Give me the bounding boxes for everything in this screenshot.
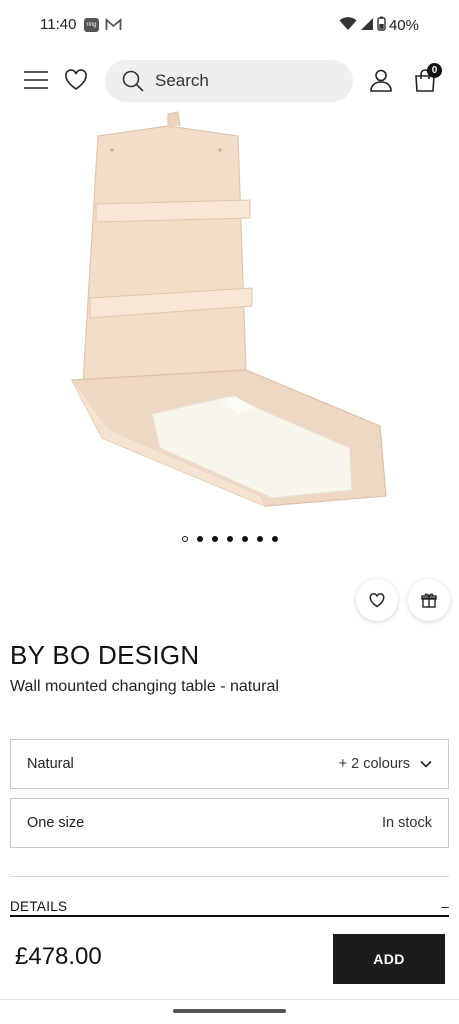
ring-app-icon: ring — [84, 18, 99, 32]
purchase-bar: £478.00 ADD — [0, 918, 459, 1000]
more-colours-label: + 2 colours — [338, 756, 410, 772]
menu-button[interactable] — [22, 68, 50, 92]
account-icon — [370, 69, 392, 92]
wifi-icon — [339, 16, 357, 35]
gift-button[interactable] — [408, 579, 450, 621]
home-indicator[interactable] — [173, 1009, 286, 1013]
search-icon — [122, 70, 144, 92]
add-to-bag-button[interactable]: ADD — [333, 934, 445, 984]
price: £478.00 — [15, 943, 102, 970]
heart-icon — [369, 592, 385, 607]
status-time: 11:40 — [40, 16, 77, 33]
colour-selector[interactable]: Natural + 2 colours — [10, 739, 449, 789]
collapse-icon[interactable]: – — [441, 899, 449, 914]
carousel-dot[interactable] — [226, 536, 233, 542]
search-placeholder: Search — [155, 71, 209, 90]
menu-icon — [24, 71, 48, 89]
carousel-dot[interactable] — [181, 536, 188, 542]
carousel-dot[interactable] — [256, 536, 263, 542]
carousel-dot[interactable] — [241, 536, 248, 542]
search-bar[interactable]: Search — [105, 60, 353, 102]
add-to-wishlist-button[interactable] — [356, 579, 398, 621]
carousel-dot[interactable] — [211, 536, 218, 542]
heart-icon — [65, 69, 87, 90]
status-bar: 11:40 ring 40% — [0, 0, 459, 52]
account-button[interactable] — [368, 67, 394, 93]
wishlist-button[interactable] — [62, 67, 90, 93]
selected-colour: Natural — [27, 756, 74, 772]
battery-icon — [377, 16, 386, 35]
bag-button[interactable]: 0 — [410, 63, 442, 95]
size-label: One size — [27, 815, 85, 831]
details-underline — [10, 915, 449, 917]
stock-status: In stock — [382, 815, 432, 831]
chevron-down-icon — [420, 760, 432, 768]
details-label: DETAILS — [10, 899, 68, 914]
signal-icon — [360, 17, 374, 35]
size-selector[interactable]: One size In stock — [10, 798, 449, 848]
product-title: Wall mounted changing table - natural — [10, 678, 279, 695]
divider — [0, 999, 459, 1000]
image-carousel-dots — [0, 536, 459, 542]
status-indicators: 40% — [339, 16, 419, 35]
gmail-icon — [105, 17, 122, 37]
carousel-dot[interactable] — [196, 536, 203, 542]
gift-icon — [421, 593, 437, 608]
bag-count-badge: 0 — [427, 63, 442, 78]
brand-name[interactable]: BY BO DESIGN — [10, 640, 200, 671]
details-accordion-header[interactable]: DETAILS – — [10, 899, 449, 914]
top-nav: Search 0 — [0, 58, 459, 104]
product-image[interactable] — [60, 108, 400, 518]
carousel-dot[interactable] — [271, 536, 278, 542]
battery-percent: 40% — [388, 17, 419, 34]
divider — [10, 876, 449, 877]
